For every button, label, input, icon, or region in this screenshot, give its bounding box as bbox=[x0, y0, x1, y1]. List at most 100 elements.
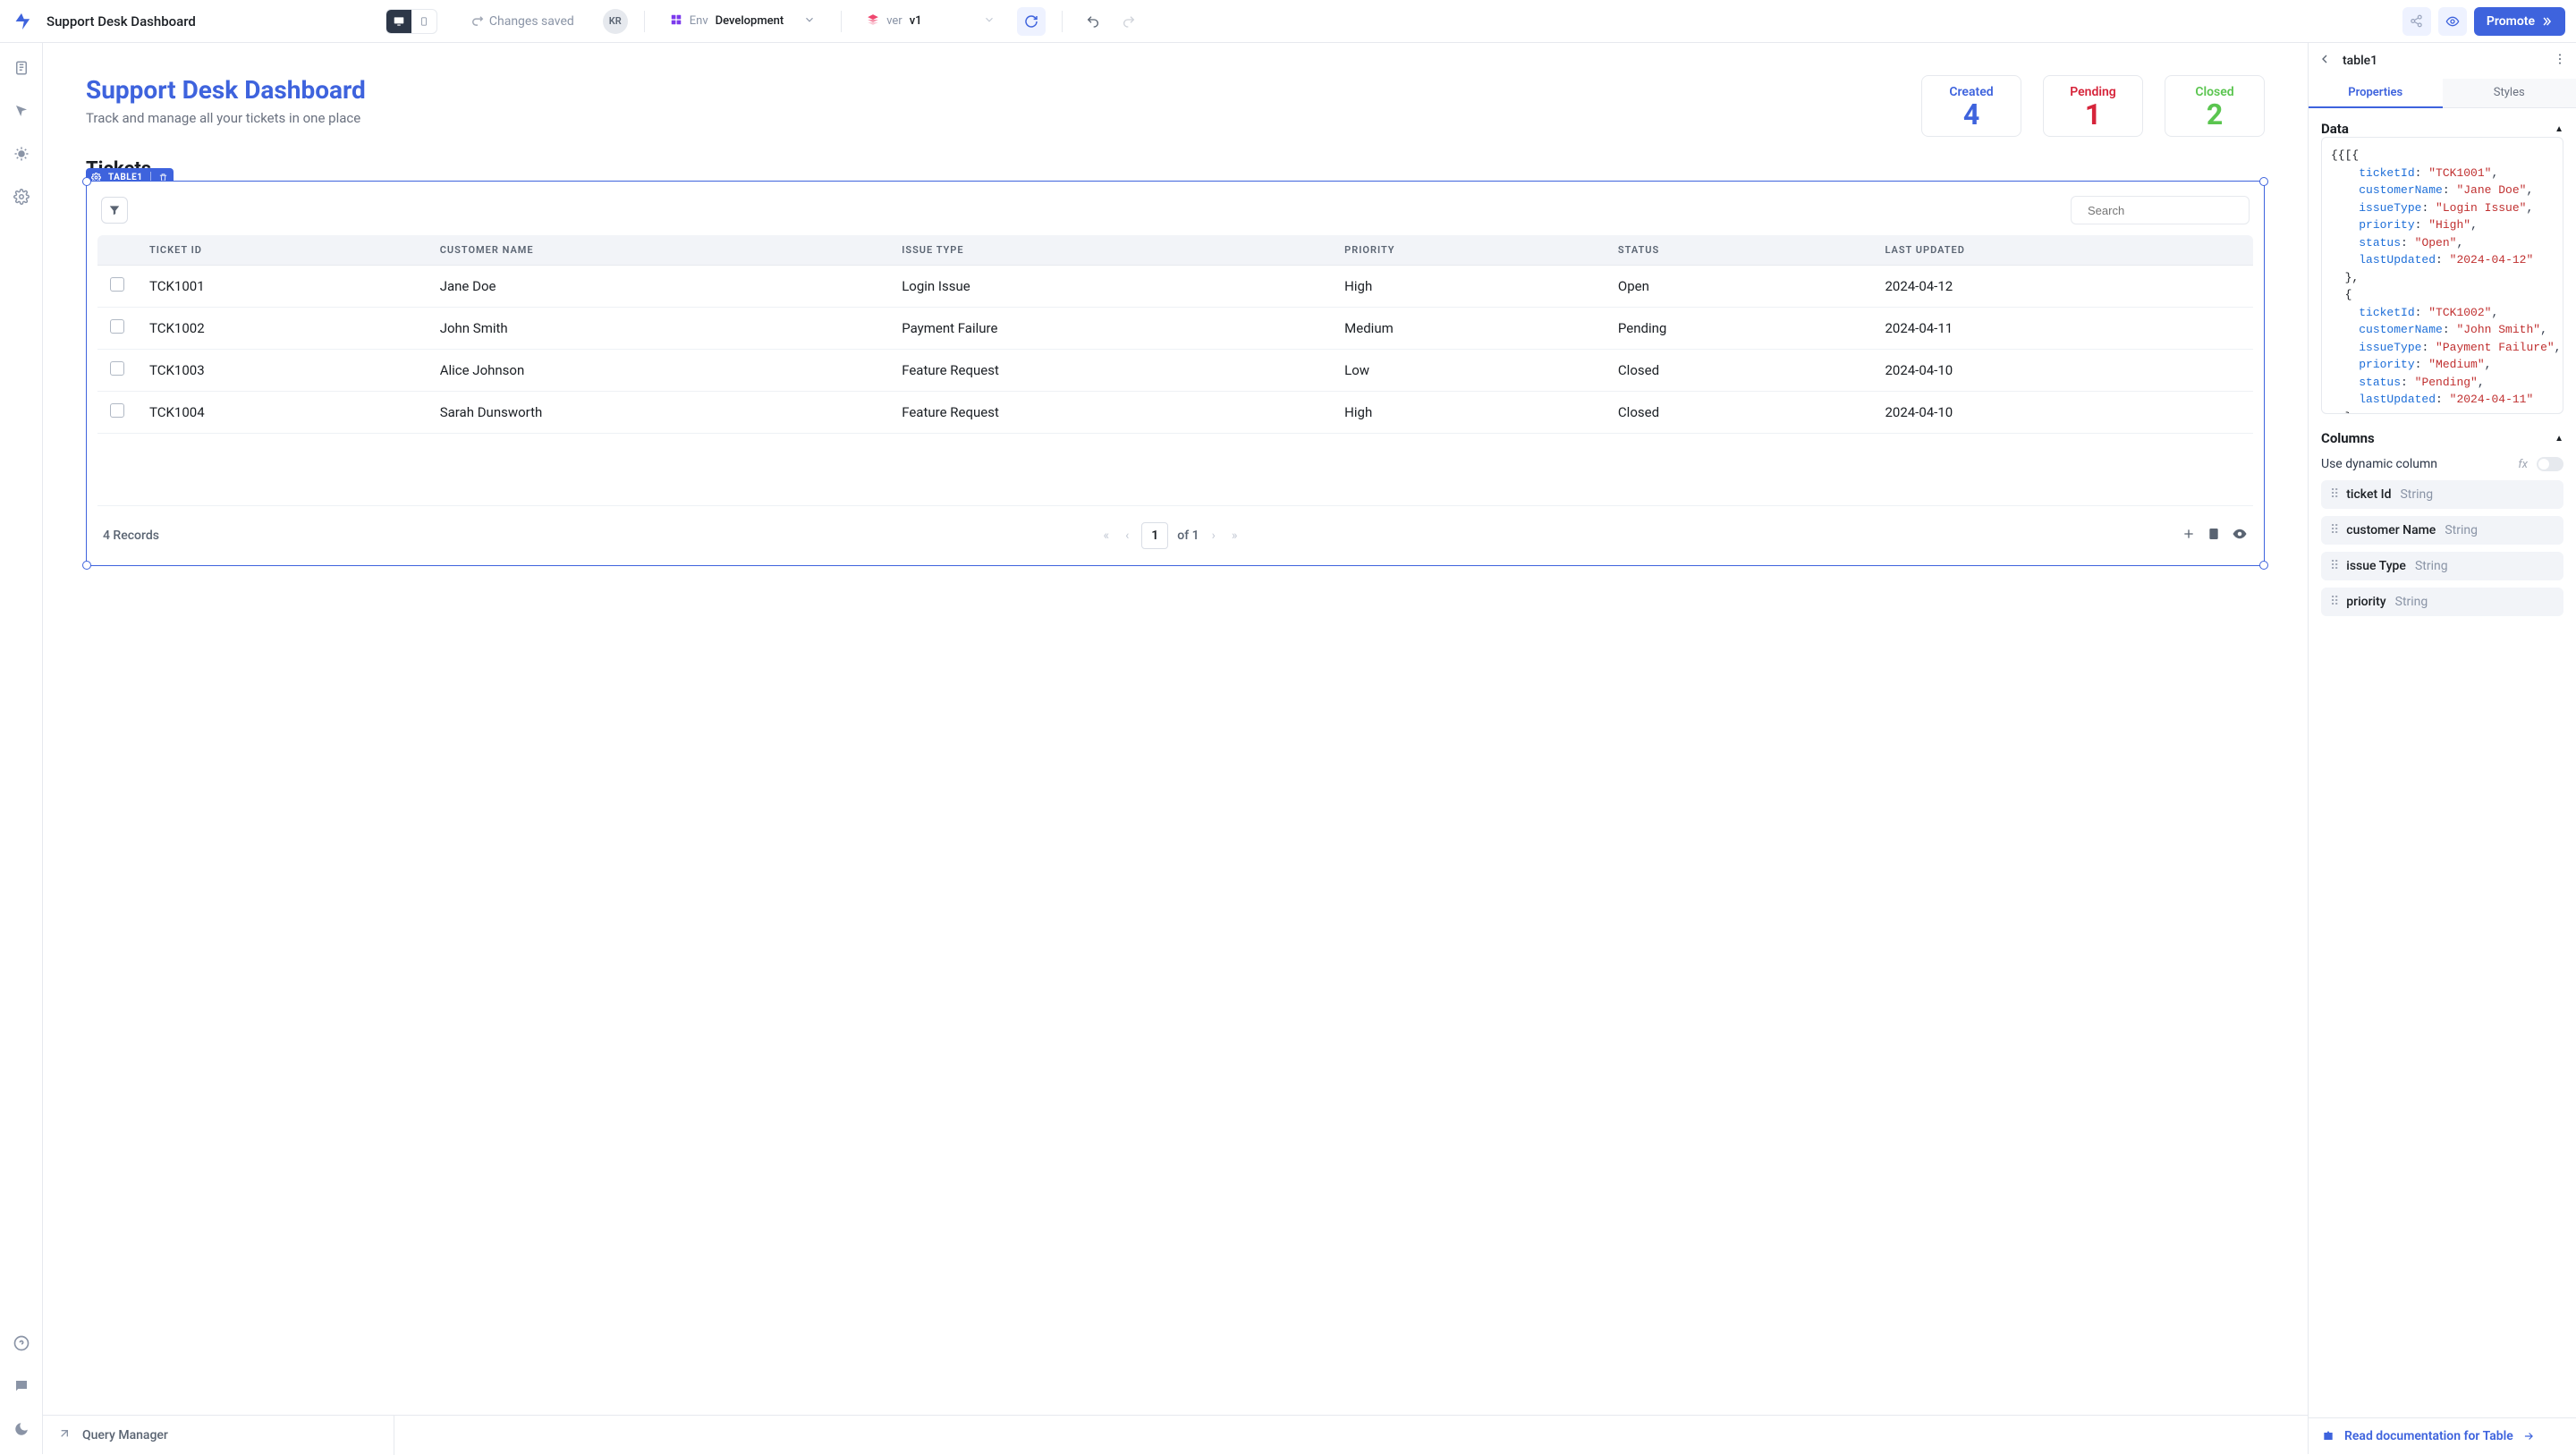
theme-icon[interactable] bbox=[11, 1418, 32, 1440]
cell-last-updated: 2024-04-10 bbox=[1872, 350, 2253, 392]
more-icon[interactable] bbox=[2553, 52, 2567, 70]
app-title: Support Desk Dashboard bbox=[47, 13, 196, 30]
inspect-icon[interactable] bbox=[11, 100, 32, 122]
top-bar: Support Desk Dashboard Changes saved KR … bbox=[0, 0, 2576, 43]
column-config-row[interactable]: ⠿ ticket Id String bbox=[2321, 480, 2563, 509]
drag-handle-icon[interactable]: ⠿ bbox=[2330, 595, 2337, 609]
table-row[interactable]: TCK1001 Jane Doe Login Issue High Open 2… bbox=[97, 266, 2253, 308]
column-name: issue Type bbox=[2346, 559, 2406, 573]
collapse-data-icon[interactable]: ▲ bbox=[2555, 124, 2563, 134]
undo-button[interactable] bbox=[1079, 7, 1107, 36]
column-config-row[interactable]: ⠿ priority String bbox=[2321, 588, 2563, 616]
page-next[interactable]: › bbox=[1208, 529, 1219, 543]
cell-customer-name: Jane Doe bbox=[428, 266, 890, 308]
page-of: of 1 bbox=[1177, 529, 1199, 543]
expand-icon[interactable] bbox=[57, 1426, 72, 1444]
env-dropdown[interactable]: Env Development bbox=[661, 10, 825, 33]
data-code-editor[interactable]: {{[{ ticketId: "TCK1001", customerName: … bbox=[2321, 137, 2563, 414]
column-type: String bbox=[2400, 487, 2433, 502]
column-config-row[interactable]: ⠿ issue Type String bbox=[2321, 552, 2563, 580]
row-checkbox[interactable] bbox=[110, 403, 124, 418]
cell-issue-type: Payment Failure bbox=[889, 308, 1332, 350]
version-dropdown[interactable]: ver v1 bbox=[858, 10, 1004, 33]
cell-status: Closed bbox=[1606, 350, 1873, 392]
visibility-button[interactable] bbox=[2232, 526, 2248, 546]
table-search[interactable] bbox=[2071, 196, 2250, 224]
cell-issue-type: Login Issue bbox=[889, 266, 1332, 308]
user-avatar[interactable]: KR bbox=[603, 9, 628, 34]
stat-created: Created 4 bbox=[1921, 75, 2021, 137]
column-type: String bbox=[2415, 559, 2448, 573]
dashboard-subtitle: Track and manage all your tickets in one… bbox=[86, 110, 366, 126]
table-row[interactable]: TCK1003 Alice Johnson Feature Request Lo… bbox=[97, 350, 2253, 392]
tickets-heading: Tickets bbox=[86, 158, 2265, 181]
col-priority[interactable]: PRIORITY bbox=[1332, 235, 1606, 266]
search-input[interactable] bbox=[2088, 204, 2245, 217]
mobile-icon[interactable] bbox=[411, 10, 436, 33]
column-type: String bbox=[2445, 523, 2478, 537]
refresh-button[interactable] bbox=[1017, 7, 1046, 36]
table-row[interactable]: TCK1004 Sarah Dunsworth Feature Request … bbox=[97, 392, 2253, 434]
col-customer-name[interactable]: CUSTOMER NAME bbox=[428, 235, 890, 266]
filter-button[interactable] bbox=[101, 197, 128, 224]
app-logo-icon[interactable] bbox=[11, 11, 32, 32]
share-button[interactable] bbox=[2402, 7, 2431, 36]
tab-styles[interactable]: Styles bbox=[2443, 79, 2576, 108]
drag-handle-icon[interactable]: ⠿ bbox=[2330, 523, 2337, 537]
viewport-toggle[interactable] bbox=[386, 9, 437, 34]
columns-section-title: Columns bbox=[2321, 430, 2375, 446]
settings-icon[interactable] bbox=[11, 186, 32, 207]
autosave-status: Changes saved bbox=[471, 14, 574, 29]
promote-button[interactable]: Promote bbox=[2474, 7, 2565, 36]
row-checkbox[interactable] bbox=[110, 361, 124, 376]
column-config-row[interactable]: ⠿ customer Name String bbox=[2321, 516, 2563, 545]
table-widget-selection[interactable]: TICKET ID CUSTOMER NAME ISSUE TYPE PRIOR… bbox=[86, 181, 2265, 566]
cell-issue-type: Feature Request bbox=[889, 392, 1332, 434]
row-checkbox[interactable] bbox=[110, 319, 124, 334]
preview-button[interactable] bbox=[2438, 7, 2467, 36]
collapse-columns-icon[interactable]: ▲ bbox=[2555, 434, 2563, 444]
cell-last-updated: 2024-04-12 bbox=[1872, 266, 2253, 308]
pages-icon[interactable] bbox=[11, 57, 32, 79]
page-last[interactable]: » bbox=[1228, 529, 1241, 543]
back-button[interactable] bbox=[2318, 52, 2332, 70]
record-count: 4 Records bbox=[103, 529, 159, 543]
tickets-table: TICKET ID CUSTOMER NAME ISSUE TYPE PRIOR… bbox=[97, 235, 2253, 434]
dynamic-column-toggle[interactable] bbox=[2537, 457, 2563, 471]
drag-handle-icon[interactable]: ⠿ bbox=[2330, 487, 2337, 502]
desktop-icon[interactable] bbox=[386, 10, 411, 33]
page-prev[interactable]: ‹ bbox=[1122, 529, 1132, 543]
cell-customer-name: Alice Johnson bbox=[428, 350, 890, 392]
col-last-updated[interactable]: LAST UPDATED bbox=[1872, 235, 2253, 266]
row-checkbox[interactable] bbox=[110, 277, 124, 292]
left-rail bbox=[0, 43, 43, 1454]
fx-button[interactable]: fx bbox=[2518, 458, 2528, 471]
drag-handle-icon[interactable]: ⠿ bbox=[2330, 559, 2337, 573]
redo-button[interactable] bbox=[1114, 7, 1143, 36]
debug-icon[interactable] bbox=[11, 143, 32, 165]
stat-closed: Closed 2 bbox=[2165, 75, 2265, 137]
col-ticket-id[interactable]: TICKET ID bbox=[137, 235, 428, 266]
dynamic-column-label: Use dynamic column bbox=[2321, 457, 2437, 471]
page-current[interactable]: 1 bbox=[1141, 522, 1168, 549]
query-manager-bar[interactable]: Query Manager bbox=[43, 1415, 2308, 1454]
cell-issue-type: Feature Request bbox=[889, 350, 1332, 392]
stat-pending: Pending 1 bbox=[2043, 75, 2143, 137]
col-issue-type[interactable]: ISSUE TYPE bbox=[889, 235, 1332, 266]
help-icon[interactable] bbox=[11, 1332, 32, 1354]
docs-link[interactable]: Read documentation for Table bbox=[2309, 1417, 2576, 1454]
component-name[interactable]: table1 bbox=[2343, 54, 2542, 68]
query-manager-label: Query Manager bbox=[82, 1428, 168, 1442]
canvas[interactable]: Support Desk Dashboard Track and manage … bbox=[43, 43, 2308, 1415]
cell-ticket-id: TCK1001 bbox=[137, 266, 428, 308]
page-first[interactable]: « bbox=[1100, 529, 1114, 543]
col-status[interactable]: STATUS bbox=[1606, 235, 1873, 266]
table-row[interactable]: TCK1002 John Smith Payment Failure Mediu… bbox=[97, 308, 2253, 350]
data-section-title: Data bbox=[2321, 121, 2349, 137]
tab-properties[interactable]: Properties bbox=[2309, 79, 2443, 108]
download-button[interactable] bbox=[2207, 527, 2221, 545]
add-row-button[interactable] bbox=[2182, 527, 2196, 545]
comments-icon[interactable] bbox=[11, 1375, 32, 1397]
cell-priority: Low bbox=[1332, 350, 1606, 392]
column-name: priority bbox=[2346, 595, 2385, 609]
